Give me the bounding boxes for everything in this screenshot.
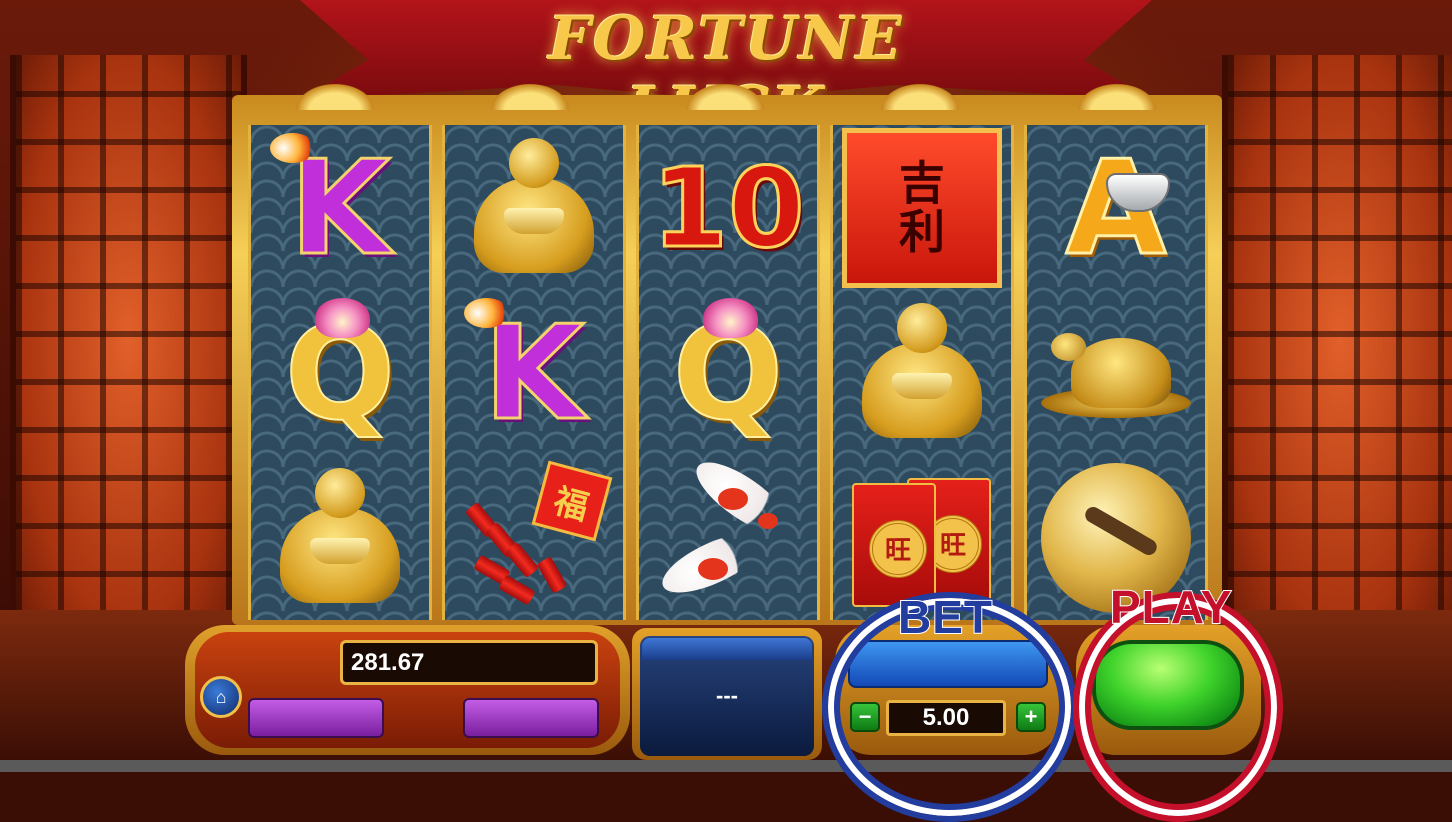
scroll-text: 吉 利 <box>899 156 945 259</box>
bottom-strip <box>0 760 1452 772</box>
balance-value: 281.67 <box>351 648 425 676</box>
purple-button-left[interactable] <box>248 698 384 738</box>
symbol-letter: K <box>288 131 392 284</box>
frame-ornament <box>680 80 770 110</box>
reel-2: K 福 <box>442 125 626 620</box>
reel-3: 10 Q <box>636 125 820 620</box>
symbol-letter: K <box>482 296 586 449</box>
scroll-icon: 吉 利 <box>842 127 1002 288</box>
minus-icon: − <box>858 704 872 729</box>
symbol-q: Q <box>648 297 808 448</box>
center-display-text: --- <box>716 683 738 708</box>
bet-decrease-button[interactable]: − <box>850 702 880 732</box>
flame-icon <box>270 132 315 163</box>
home-icon: ⌂ <box>215 686 227 707</box>
symbol-turtle <box>1036 298 1196 448</box>
purple-button-right[interactable] <box>463 698 599 738</box>
envelope-seal: 旺 <box>869 519 927 578</box>
turtle-icon <box>1041 328 1191 418</box>
lotus-icon <box>315 297 370 338</box>
buddha-icon <box>852 302 992 443</box>
reel-1: K Q <box>248 125 432 620</box>
game-title: FORTUNE LUCK <box>548 4 904 144</box>
symbol-10: 10 <box>648 133 808 283</box>
play-button[interactable] <box>1092 640 1244 730</box>
fu-sign: 福 <box>531 460 613 541</box>
symbol-k: K <box>454 296 614 449</box>
plus-icon: + <box>1024 704 1038 729</box>
red-envelope-icon: 旺 旺 <box>847 468 997 608</box>
koi-icon <box>648 449 808 613</box>
symbol-firecrackers: 福 <box>454 460 614 613</box>
balance-display: 281.67 <box>340 640 598 685</box>
frame-ornament <box>1072 80 1162 110</box>
center-panel-top <box>642 638 812 660</box>
reel-4: 吉 利 旺 旺 <box>830 125 1014 620</box>
reels: K Q K 福 10 Q 吉 利 旺 旺 A <box>248 125 1208 620</box>
buddha-icon <box>464 137 604 278</box>
symbol-buddha <box>260 463 420 613</box>
home-button[interactable]: ⌂ <box>200 676 242 718</box>
symbol-letter: 10 <box>650 143 806 272</box>
symbol-buddha <box>454 133 614 283</box>
lattice-panel-left <box>10 55 247 625</box>
frame-ornament <box>875 80 965 110</box>
flame-icon <box>464 297 509 328</box>
lotus-icon <box>703 297 758 338</box>
symbol-q: Q <box>260 297 420 448</box>
frame-ornament <box>485 80 575 110</box>
lattice-panel-right <box>1222 55 1452 625</box>
symbol-scroll: 吉 利 <box>842 127 1002 288</box>
reel-5: A <box>1024 125 1208 620</box>
frame-ornament <box>290 80 380 110</box>
play-label: PLAY <box>1109 580 1233 634</box>
bet-bar[interactable] <box>848 640 1048 688</box>
firecrackers-icon: 福 <box>454 460 614 613</box>
bet-value-display: 5.00 <box>886 700 1006 736</box>
bet-increase-button[interactable]: + <box>1016 702 1046 732</box>
symbol-k: K <box>260 131 420 284</box>
bet-value: 5.00 <box>922 704 970 731</box>
symbol-buddha <box>842 298 1002 448</box>
buddha-icon <box>270 467 410 608</box>
symbol-koi <box>648 449 808 613</box>
symbol-a: A <box>1036 133 1196 283</box>
bet-label: BET <box>897 590 993 644</box>
